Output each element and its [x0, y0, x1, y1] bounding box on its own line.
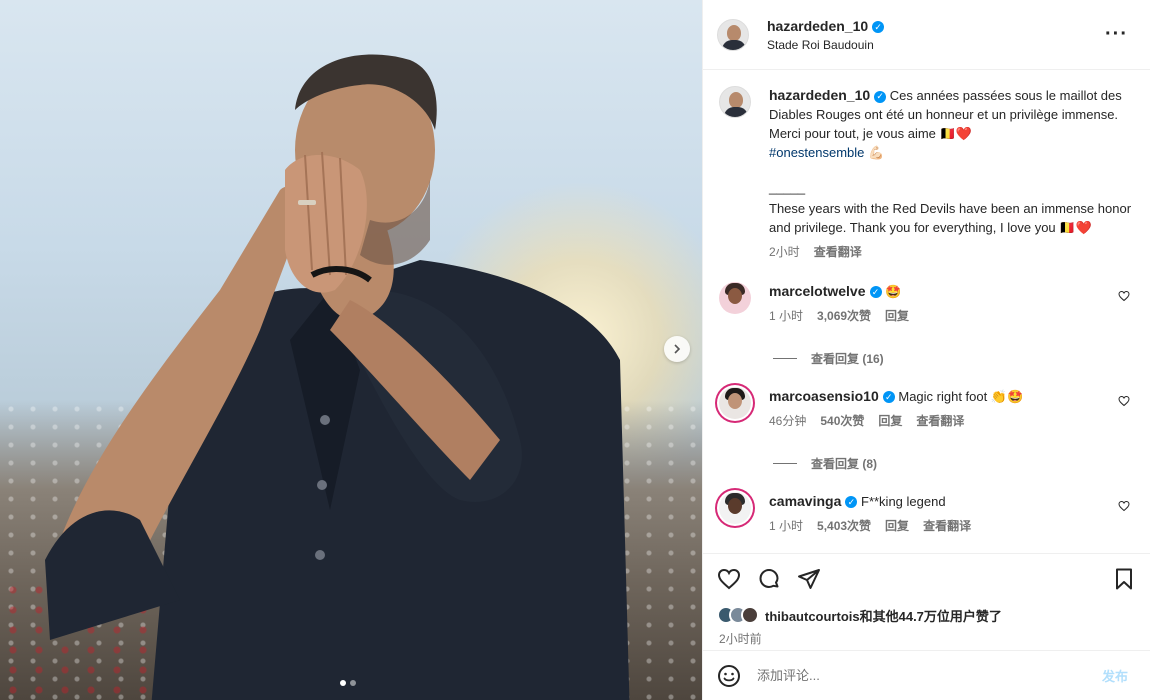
comment-likes[interactable]: 3,069次赞	[817, 307, 871, 324]
carousel-indicator	[340, 680, 356, 686]
add-comment-bar: 发布	[703, 650, 1150, 700]
verified-badge-icon: ✓	[845, 496, 858, 508]
caption-author-avatar[interactable]	[719, 86, 751, 118]
comment-like-button[interactable]	[1118, 500, 1132, 514]
likes-summary[interactable]: thibautcourtois和其他44.7万位用户赞了	[703, 604, 1150, 626]
comment-time[interactable]: 1 小时	[769, 307, 803, 324]
comment-reply-button[interactable]: 回复	[885, 307, 909, 324]
caption-time[interactable]: 2小时	[769, 243, 800, 262]
caption-hashtag[interactable]: #onestensemble	[769, 145, 864, 160]
post-timestamp[interactable]: 2小时前	[703, 626, 1150, 650]
player-figure	[45, 54, 630, 700]
comment-avatar[interactable]	[719, 387, 751, 419]
bookmark-icon	[1116, 568, 1132, 590]
comment-username[interactable]: marcoasensio10	[769, 388, 879, 404]
post-header: hazardeden_10 ✓ Stade Roi Baudouin ···	[703, 0, 1150, 70]
comments-section[interactable]: hazardeden_10 ✓ Ces années passées sous l…	[703, 70, 1150, 553]
caption-username[interactable]: hazardeden_10	[769, 87, 870, 103]
view-replies-label: 查看回复 (16)	[811, 352, 884, 366]
comment-item: marcoasensio10 ✓ Magic right foot 👏🤩 46分钟…	[719, 387, 1134, 472]
comment-username[interactable]: marcelotwelve	[769, 283, 866, 299]
heart-icon	[1118, 395, 1130, 407]
emoji-picker-button[interactable]	[717, 664, 741, 688]
carousel-next-button[interactable]	[664, 336, 690, 362]
post-location[interactable]: Stade Roi Baudouin	[767, 38, 884, 52]
actions-section: thibautcourtois和其他44.7万位用户赞了 2小时前	[703, 553, 1150, 650]
liker-avatar	[741, 606, 759, 624]
post-comment-button[interactable]: 发布	[1102, 666, 1136, 685]
share-button[interactable]	[797, 567, 821, 591]
comment-likes[interactable]: 540次赞	[820, 412, 864, 429]
verified-badge-icon: ✓	[882, 391, 895, 403]
chevron-right-icon	[672, 344, 682, 354]
view-replies-label: 查看回复 (8)	[811, 457, 878, 471]
share-icon	[798, 569, 820, 589]
comment-avatar[interactable]	[719, 492, 751, 524]
comment-like-button[interactable]	[1118, 290, 1132, 304]
view-replies-button[interactable]: 查看回复 (8)	[773, 455, 1134, 472]
caption: hazardeden_10 ✓ Ces années passées sous l…	[719, 86, 1134, 262]
author-username[interactable]: hazardeden_10	[767, 18, 868, 34]
like-button[interactable]	[717, 567, 741, 591]
heart-icon	[1118, 500, 1130, 512]
heart-icon	[1118, 290, 1130, 302]
comment-time[interactable]: 1 小时	[769, 517, 803, 534]
comment-button[interactable]	[757, 567, 781, 591]
caption-separator: _____	[769, 180, 806, 195]
comment-translate-link[interactable]: 查看翻译	[916, 412, 964, 429]
caption-hashtag-emoji: 💪🏻	[868, 145, 885, 160]
author-info: hazardeden_10 ✓ Stade Roi Baudouin	[767, 18, 885, 52]
more-icon: ···	[1105, 23, 1128, 45]
comment-text: F**king legend	[861, 494, 946, 509]
view-replies-button[interactable]: 查看回复 (16)	[773, 350, 1134, 367]
save-button[interactable]	[1112, 567, 1136, 591]
more-options-button[interactable]: ···	[1105, 23, 1136, 46]
verified-badge-icon: ✓	[874, 90, 887, 103]
comment-translate-link[interactable]: 查看翻译	[923, 517, 971, 534]
post-photo[interactable]	[0, 0, 702, 700]
comment-likes[interactable]: 5,403次赞	[817, 517, 871, 534]
liker-avatars	[717, 606, 759, 624]
comment-text: Magic right foot 👏🤩	[898, 389, 1024, 404]
comment-username[interactable]: camavinga	[769, 493, 841, 509]
caption-translate-link[interactable]: 查看翻译	[814, 243, 862, 262]
heart-icon	[717, 568, 741, 590]
caption-text-en: These years with the Red Devils have bee…	[769, 201, 1135, 235]
verified-badge-icon: ✓	[872, 21, 885, 33]
author-avatar[interactable]	[717, 18, 749, 51]
comment-reply-button[interactable]: 回复	[885, 517, 909, 534]
comment-icon	[759, 569, 779, 588]
emoji-icon	[718, 664, 740, 687]
comment-avatar[interactable]	[719, 282, 751, 314]
comment-reply-button[interactable]: 回复	[878, 412, 902, 429]
comment-text: 🤩	[885, 284, 902, 299]
comment-item: marcelotwelve ✓ 🤩 1 小时 3,069次赞 回复 查看回复 (1…	[719, 282, 1134, 367]
comment-like-button[interactable]	[1118, 395, 1132, 409]
instagram-post: hazardeden_10 ✓ Stade Roi Baudouin ··· ha…	[0, 0, 1150, 700]
comment-input[interactable]	[757, 668, 1102, 683]
post-side-panel: hazardeden_10 ✓ Stade Roi Baudouin ··· ha…	[702, 0, 1150, 700]
action-bar	[703, 554, 1150, 604]
comment-time[interactable]: 46分钟	[769, 412, 806, 429]
carousel-dot-1	[340, 680, 346, 686]
comment-item: camavinga ✓ F**king legend 1 小时 5,403次赞 回…	[719, 492, 1134, 534]
verified-badge-icon: ✓	[869, 286, 882, 298]
likes-text[interactable]: thibautcourtois和其他44.7万位用户赞了	[765, 606, 1002, 625]
carousel-dot-2	[350, 680, 356, 686]
